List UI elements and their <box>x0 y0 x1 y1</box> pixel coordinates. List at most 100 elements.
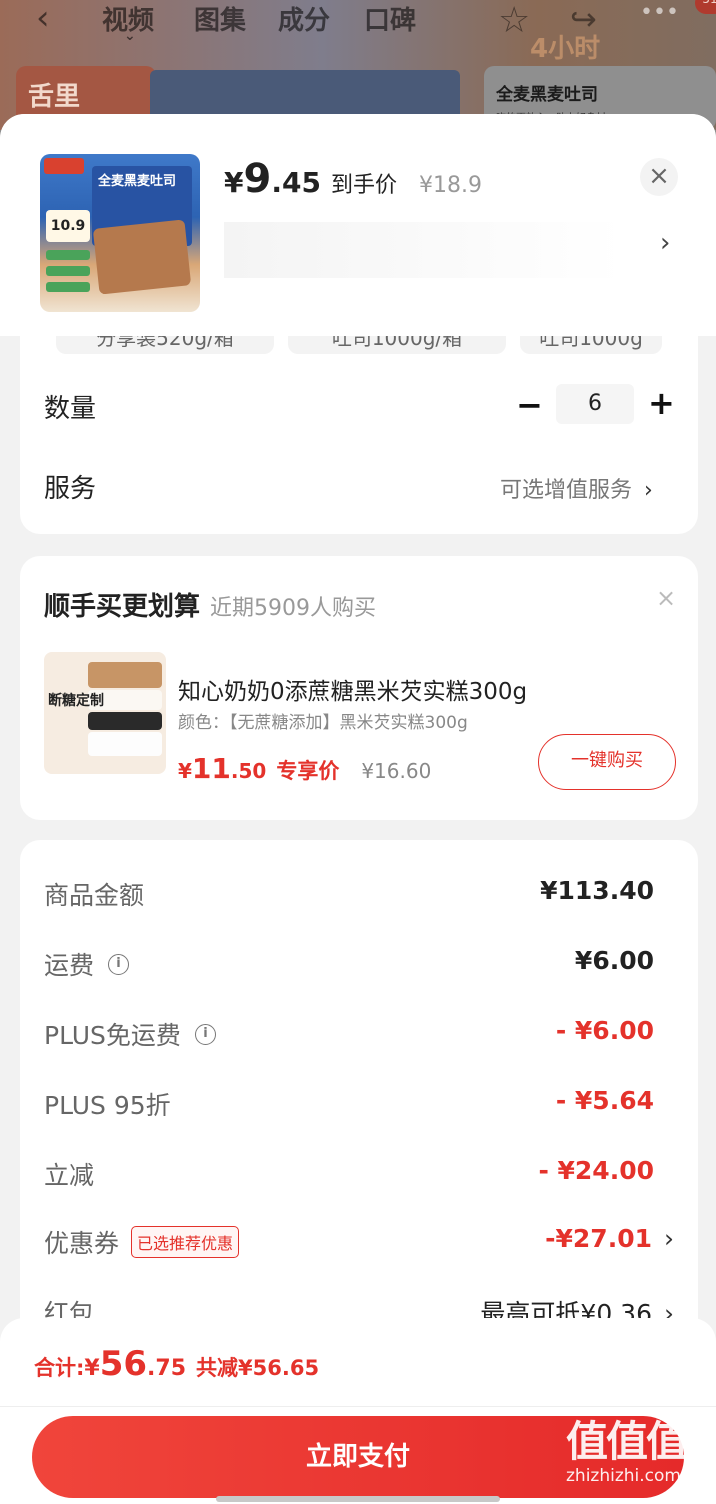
quantity-minus-button[interactable]: − <box>516 386 543 424</box>
product-price: ¥ 9 .45 到手价 ¥18.9 <box>224 156 482 202</box>
original-price: ¥18.9 <box>418 173 482 198</box>
total-saved: 共减¥56.65 <box>196 1356 320 1380</box>
back-icon: ‹ <box>36 0 50 38</box>
cake-layer <box>88 712 162 730</box>
background-nav: ‹ 视频 ⌄ 图集 成分 口碑 <box>0 0 716 44</box>
bg-tab-reviews: 口碑 <box>364 6 417 36</box>
summary-label: 优惠券 已选推荐优惠 <box>44 1224 240 1260</box>
summary-row-plus-free-shipping: PLUS免运费 i - ¥6.00 <box>44 1016 674 1056</box>
chevron-right-icon[interactable]: › <box>660 228 670 258</box>
cake-layer <box>88 732 162 756</box>
thumb-logo <box>44 158 84 174</box>
bg-tab-ingredients: 成分 <box>278 6 331 36</box>
divider <box>0 1406 716 1407</box>
total-integer: 56 <box>99 1344 148 1384</box>
spec-option-label: 吐司1000g <box>539 336 643 350</box>
summary-label: 立减 <box>44 1161 95 1190</box>
summary-value: - ¥24.00 <box>538 1156 654 1185</box>
upsell-price-decimal: .50 <box>230 759 267 783</box>
upsell-item-spec: 颜色：【无蔗糖添加】黑米芡实糕300g <box>178 713 468 733</box>
info-icon[interactable]: i <box>108 953 130 975</box>
upsell-price-currency: ¥ <box>178 759 192 783</box>
summary-row-instant-discount: 立减 - ¥24.00 <box>44 1156 674 1196</box>
service-selector[interactable]: 可选增值服务 › <box>500 472 653 504</box>
close-button[interactable]: × <box>640 158 678 196</box>
summary-label: 商品金额 <box>44 881 145 910</box>
service-label: 服务 <box>44 474 97 504</box>
chevron-right-icon: › <box>664 1224 674 1253</box>
watermark-url: zhizhizhi.com <box>566 1466 681 1486</box>
upsell-title-text: 顺手买更划算 <box>44 592 201 622</box>
summary-label: PLUS免运费 i <box>44 1016 216 1052</box>
summary-value: - ¥6.00 <box>555 1016 654 1045</box>
summary-row-plus-discount: PLUS 95折 - ¥5.64 <box>44 1086 674 1126</box>
upsell-item-price: ¥11.50 专享价 ¥16.60 <box>178 752 431 785</box>
quantity-label: 数量 <box>44 394 97 424</box>
price-label: 到手价 <box>330 173 397 198</box>
summary-row-shipping: 运费 i ¥6.00 <box>44 946 674 986</box>
product-thumbnail[interactable]: 全麦黑麦吐司 10.9 <box>40 154 200 312</box>
quantity-input[interactable]: 6 <box>556 384 634 424</box>
spec-option[interactable]: 分享装520g/箱 <box>56 336 274 354</box>
summary-row-coupon[interactable]: 优惠券 已选推荐优惠 -¥27.01 › <box>44 1224 674 1264</box>
coupon-tag: 已选推荐优惠 <box>131 1226 240 1258</box>
spec-section: 分享装520g/箱 吐司1000g/箱 吐司1000g 数量 − 6 + 服务 … <box>20 336 698 534</box>
cake-layer <box>88 662 162 688</box>
upsell-subtitle: 近期5909人购买 <box>210 596 377 621</box>
service-value: 可选增值服务 <box>500 478 633 503</box>
summary-label: PLUS 95折 <box>44 1091 171 1120</box>
upsell-card: 顺手买更划算 近期5909人购买 × 断糖定制 知心奶奶0添蔗糖黑米芡实糕300g… <box>20 556 698 820</box>
chevron-right-icon: › <box>644 478 653 503</box>
one-click-buy-button[interactable]: 一键购买 <box>538 734 676 790</box>
summary-value: ¥113.40 <box>540 876 654 905</box>
upsell-item-thumbnail[interactable]: 断糖定制 <box>44 652 166 774</box>
selected-spec-blur <box>224 222 624 278</box>
close-icon: × <box>648 161 670 191</box>
upsell-thumb-text: 断糖定制 <box>48 693 104 709</box>
price-integer: 9 <box>243 156 272 202</box>
upsell-original-price: ¥16.60 <box>361 759 432 783</box>
share-icon: ↪ <box>570 0 597 38</box>
quantity-plus-button[interactable]: + <box>648 384 675 422</box>
spec-option-label: 分享装520g/箱 <box>96 336 234 350</box>
upsell-price-label: 专享价 <box>276 759 340 783</box>
product-header: 全麦黑麦吐司 10.9 ¥ 9 .45 到手价 ¥18.9 × › <box>0 114 716 336</box>
total-currency: ¥ <box>84 1356 100 1381</box>
spec-option[interactable]: 吐司1000g/箱 <box>288 336 506 354</box>
summary-label: 运费 i <box>44 946 130 982</box>
upsell-title: 顺手买更划算 近期5909人购买 <box>44 586 376 623</box>
thumb-tag <box>46 266 90 276</box>
spec-option-label: 吐司1000g/箱 <box>331 336 463 350</box>
checkout-sheet: 全麦黑麦吐司 10.9 ¥ 9 .45 到手价 ¥18.9 × › 分享装520… <box>0 114 716 1504</box>
thumb-price-label: 10.9 <box>46 210 90 242</box>
summary-label-text: 运费 <box>44 951 95 980</box>
summary-value: ¥6.00 <box>574 946 654 975</box>
thumb-tag <box>46 250 90 260</box>
summary-row-subtotal: 商品金额 ¥113.40 <box>44 876 674 916</box>
total-decimal: .75 <box>147 1356 187 1381</box>
thumb-package-text: 全麦黑麦吐司 <box>98 174 177 189</box>
more-icon: ••• <box>640 0 679 25</box>
price-currency: ¥ <box>224 166 244 199</box>
upsell-close-icon[interactable]: × <box>656 584 676 612</box>
bg-side-card-title: 全麦黑麦吐司 <box>496 85 598 105</box>
site-watermark: 值值值 zhizhizhi.com <box>566 1418 706 1498</box>
spec-option[interactable]: 吐司1000g <box>520 336 662 354</box>
order-total: 合计: ¥ 56 .75 共减¥56.65 <box>34 1344 319 1384</box>
home-indicator <box>216 1496 500 1502</box>
chevron-down-icon: ⌄ <box>124 28 136 44</box>
summary-value: - ¥5.64 <box>555 1086 654 1115</box>
thumb-tag <box>46 282 90 292</box>
bg-tab-gallery: 图集 <box>194 6 247 36</box>
coupon-value: -¥27.01 <box>545 1224 652 1253</box>
thumb-bread <box>92 219 192 295</box>
info-icon[interactable]: i <box>194 1023 216 1045</box>
upsell-item-name[interactable]: 知心奶奶0添蔗糖黑米芡实糕300g <box>178 672 527 706</box>
summary-value: -¥27.01 › <box>545 1224 674 1253</box>
price-decimal: .45 <box>271 166 321 199</box>
star-icon: ☆ <box>498 0 531 41</box>
upsell-price-integer: 11 <box>191 752 231 785</box>
summary-label-text: PLUS免运费 <box>44 1021 181 1050</box>
summary-label-text: 优惠券 <box>44 1229 120 1258</box>
background-product-page: ‹ 视频 ⌄ 图集 成分 口碑 4小时 ☆ ↪ ••• 51 舌里 全麦黑麦吐司… <box>0 0 716 130</box>
